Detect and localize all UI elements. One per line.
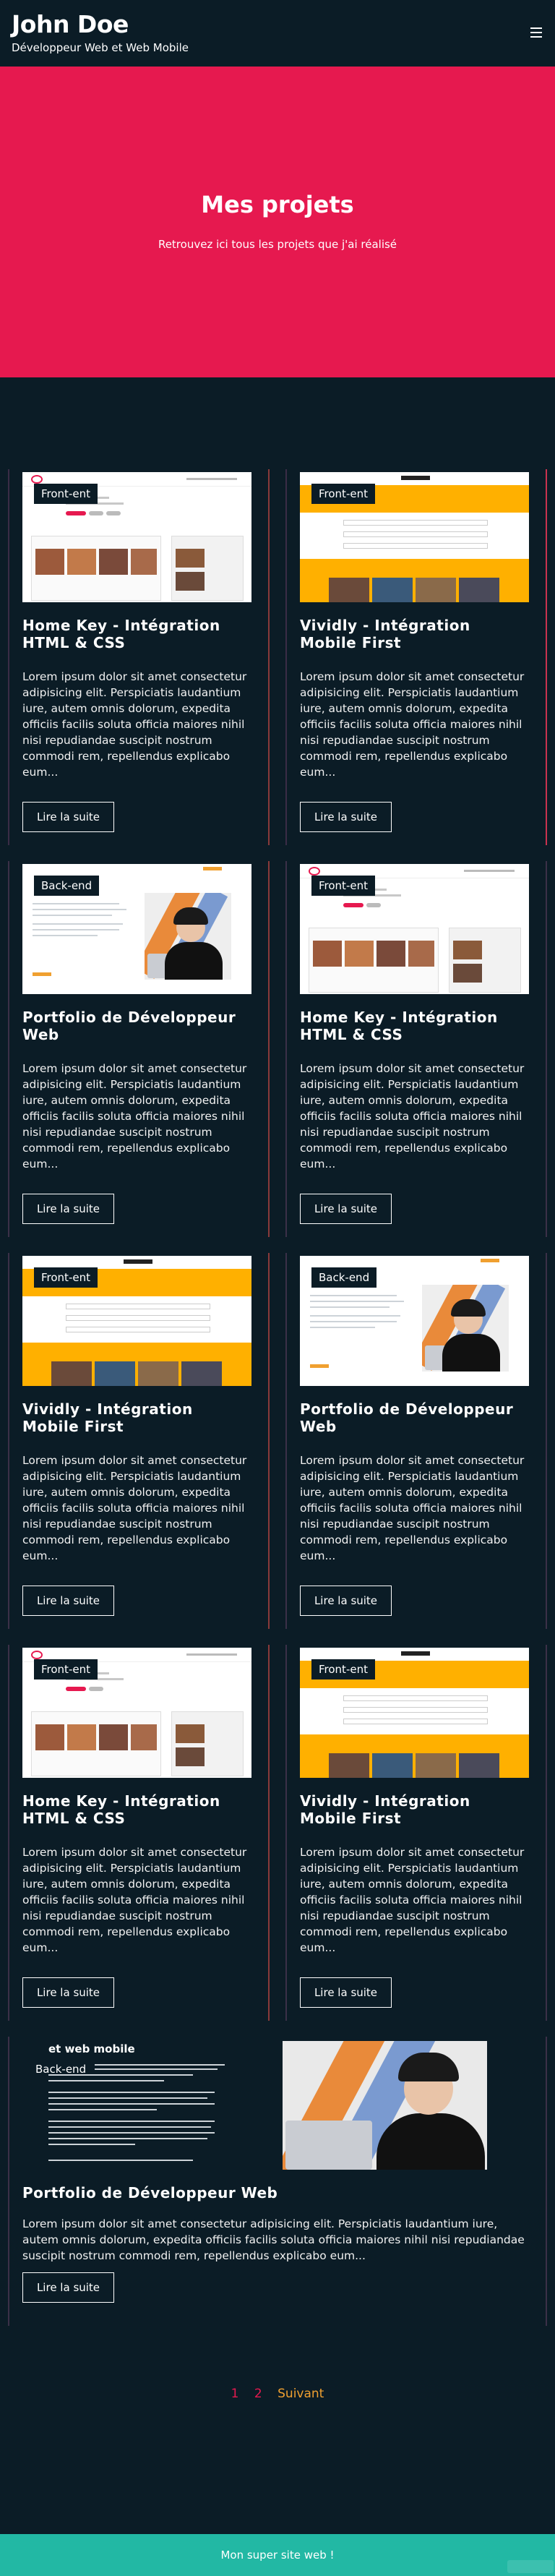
card-border [8, 2037, 9, 2326]
project-card: Front-ent Home Key - Intégration HTML & … [0, 462, 278, 854]
card-border [268, 1253, 270, 1629]
project-thumbnail[interactable]: Front-ent [300, 1648, 529, 1778]
project-title[interactable]: Portfolio de Développeur Web [300, 1400, 531, 1435]
category-badge: Back-end [311, 1267, 377, 1288]
card-border [285, 1253, 287, 1629]
category-badge: Front-ent [311, 876, 375, 896]
hero-subtitle: Retrouvez ici tous les projets que j'ai … [158, 238, 397, 251]
project-thumbnail[interactable]: Front-ent [300, 472, 529, 602]
site-header: John Doe Développeur Web et Web Mobile [0, 0, 555, 67]
read-more-button[interactable]: Lire la suite [300, 1586, 392, 1616]
category-badge: Front-ent [311, 1659, 375, 1679]
project-excerpt: Lorem ipsum dolor sit amet consectetur a… [22, 2217, 525, 2262]
card-border [546, 861, 547, 1237]
category-badge: Back-end [34, 876, 100, 896]
project-thumbnail[interactable]: Front-ent [22, 472, 251, 602]
read-more-button[interactable]: Lire la suite [22, 2272, 114, 2303]
page-link-1[interactable]: 1 [231, 2387, 239, 2401]
project-card: Front-ent Home Key - Intégration HTML & … [0, 1638, 278, 2029]
site-footer: Mon super site web ! [0, 2534, 555, 2576]
next-page-link[interactable]: Suivant [278, 2387, 324, 2401]
card-border [546, 1645, 547, 2021]
projects-row: Front-ent Vividly - Intégration Mobile F… [0, 1246, 555, 1638]
card-border [268, 1645, 270, 2021]
project-excerpt: Lorem ipsum dolor sit amet consectetur a… [300, 670, 525, 779]
category-badge: Front-ent [34, 1267, 98, 1288]
project-thumbnail[interactable]: Front-ent [300, 864, 529, 994]
page-link-2[interactable]: 2 [254, 2387, 262, 2401]
project-title[interactable]: Portfolio de Développeur Web [22, 2184, 278, 2201]
read-more-button[interactable]: Lire la suite [300, 802, 392, 832]
category-badge: Front-ent [311, 484, 375, 504]
project-excerpt: Lorem ipsum dolor sit amet consectetur a… [22, 1846, 247, 1954]
project-title[interactable]: Vividly - Intégration Mobile First [300, 1792, 531, 1827]
card-border [546, 2037, 547, 2326]
project-excerpt: Lorem ipsum dolor sit amet consectetur a… [22, 670, 247, 779]
project-excerpt: Lorem ipsum dolor sit amet consectetur a… [300, 1062, 525, 1171]
project-title[interactable]: Home Key - Intégration HTML & CSS [22, 617, 254, 651]
projects-grid: Front-ent Home Key - Intégration HTML & … [0, 377, 555, 2346]
project-excerpt: Lorem ipsum dolor sit amet consectetur a… [300, 1846, 525, 1954]
project-title[interactable]: Vividly - Intégration Mobile First [300, 617, 531, 651]
card-border [285, 861, 287, 1237]
thumbnail-heading: et web mobile [48, 2042, 135, 2055]
site-subtitle: Développeur Web et Web Mobile [12, 41, 189, 54]
project-title[interactable]: Home Key - Intégration HTML & CSS [300, 1009, 531, 1043]
projects-row: Back-end Portfolio de Développeur Web Lo… [0, 854, 555, 1246]
project-card: Front-ent Home Key - Intégration HTML & … [278, 854, 555, 1246]
project-excerpt: Lorem ipsum dolor sit amet consectetur a… [300, 1454, 525, 1562]
card-border [8, 861, 9, 1237]
card-border [285, 469, 287, 845]
footer-widget [507, 2560, 554, 2573]
project-card: Front-ent Vividly - Intégration Mobile F… [278, 1638, 555, 2029]
project-thumbnail[interactable]: et web mobile Back-end [22, 2040, 532, 2170]
read-more-button[interactable]: Lire la suite [22, 1977, 114, 2008]
site-title[interactable]: John Doe [12, 10, 543, 39]
project-excerpt: Lorem ipsum dolor sit amet consectetur a… [22, 1062, 247, 1171]
project-card: Back-end Portfolio de Développeur Web Lo… [0, 854, 278, 1246]
card-border [8, 1253, 9, 1629]
card-border [8, 1645, 9, 2021]
card-border [268, 861, 270, 1237]
project-thumbnail[interactable]: Back-end [22, 864, 251, 994]
hero-title: Mes projets [201, 191, 354, 218]
category-badge: Front-ent [34, 1659, 98, 1679]
read-more-button[interactable]: Lire la suite [22, 1194, 114, 1224]
read-more-button[interactable]: Lire la suite [300, 1194, 392, 1224]
hamburger-menu-icon[interactable] [530, 27, 542, 38]
card-border [546, 1253, 547, 1629]
project-card: Front-ent Vividly - Intégration Mobile F… [0, 1246, 278, 1638]
read-more-button[interactable]: Lire la suite [22, 1586, 114, 1616]
hero-banner: Mes projets Retrouvez ici tous les proje… [0, 67, 555, 377]
card-border [268, 469, 270, 845]
project-thumbnail[interactable]: Back-end [300, 1256, 529, 1386]
card-border [8, 469, 9, 845]
project-card: Back-end Portfolio de Développeur Web Lo… [278, 1246, 555, 1638]
project-thumbnail[interactable]: Front-ent [22, 1256, 251, 1386]
project-title[interactable]: Portfolio de Développeur Web [22, 1009, 254, 1043]
project-title[interactable]: Vividly - Intégration Mobile First [22, 1400, 254, 1435]
project-card: Front-ent Vividly - Intégration Mobile F… [278, 462, 555, 854]
card-border [546, 469, 547, 845]
project-thumbnail[interactable]: Front-ent [22, 1648, 251, 1778]
footer-text: Mon super site web ! [220, 2549, 335, 2562]
featured-project-card: et web mobile Back-end Portfolio de Déve… [0, 2029, 555, 2346]
pagination: 1 2 Suivant [0, 2346, 555, 2534]
project-title[interactable]: Home Key - Intégration HTML & CSS [22, 1792, 254, 1827]
projects-row: Front-ent Home Key - Intégration HTML & … [0, 462, 555, 854]
read-more-button[interactable]: Lire la suite [22, 802, 114, 832]
card-border [285, 1645, 287, 2021]
category-badge: Front-ent [34, 484, 98, 504]
projects-row: Front-ent Home Key - Intégration HTML & … [0, 1638, 555, 2029]
project-excerpt: Lorem ipsum dolor sit amet consectetur a… [22, 1454, 247, 1562]
read-more-button[interactable]: Lire la suite [300, 1977, 392, 2008]
